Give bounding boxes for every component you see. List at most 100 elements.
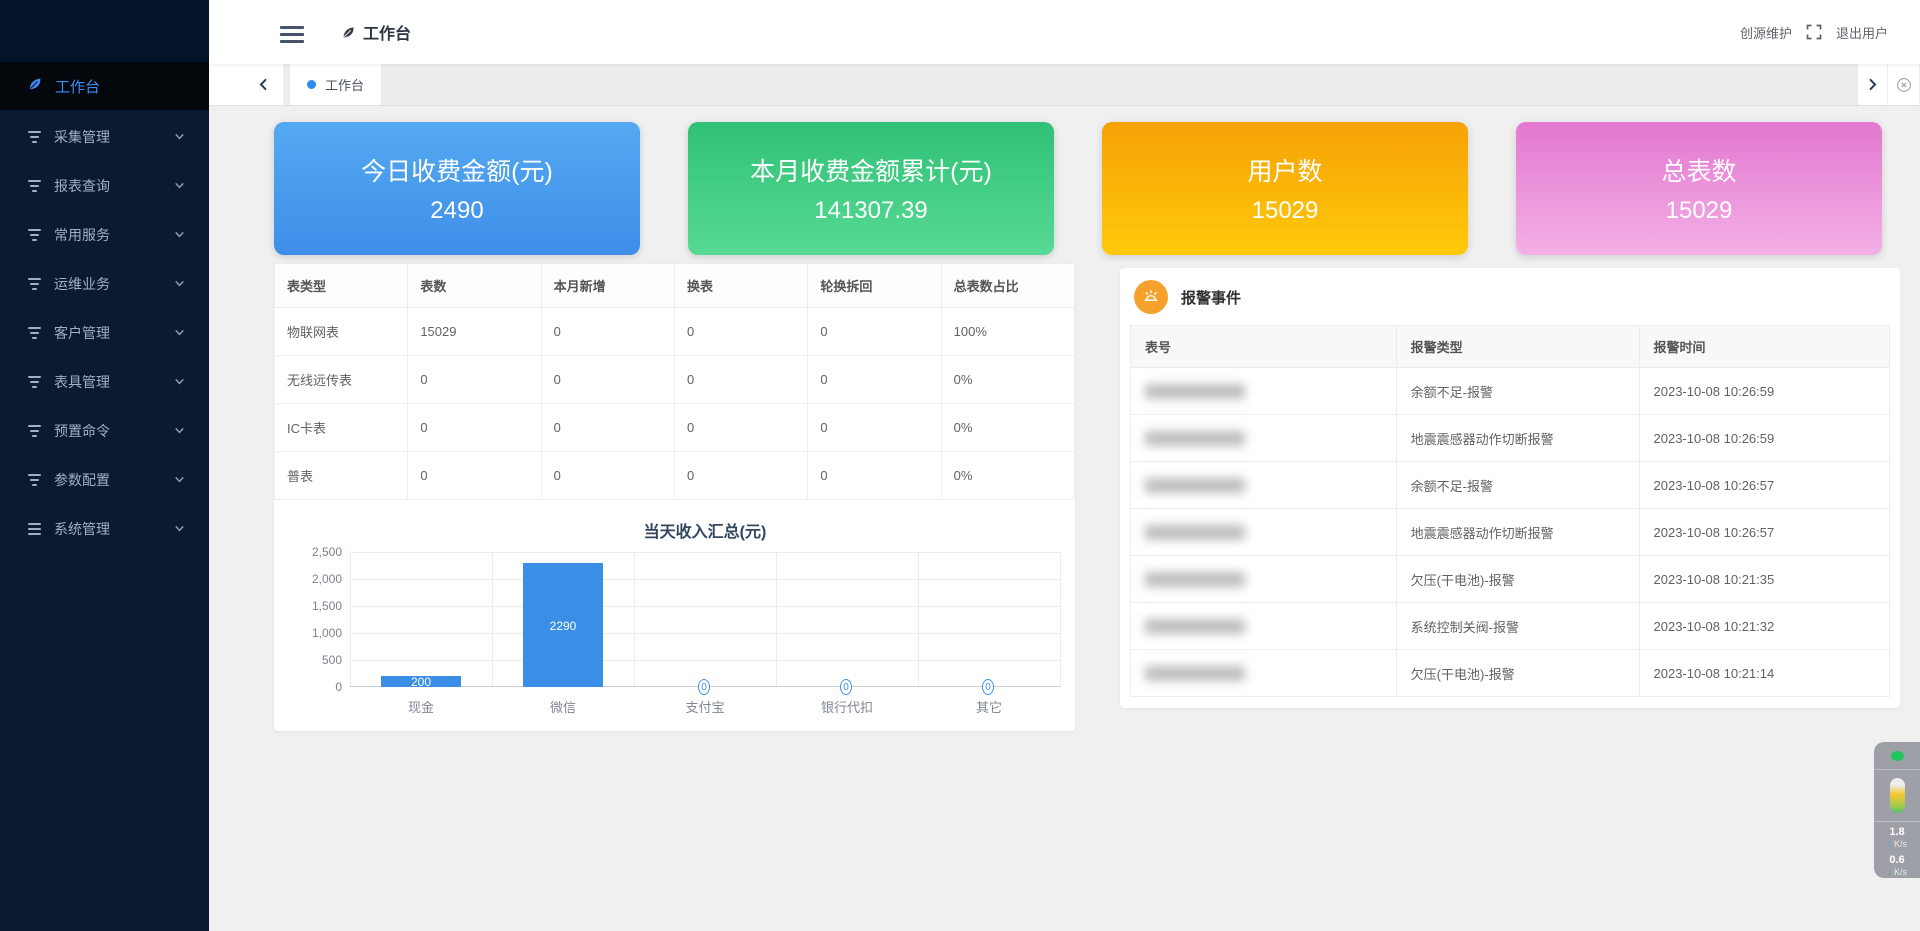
- table-cell: 普表: [275, 452, 408, 500]
- sidebar-item[interactable]: 报表查询: [0, 161, 209, 210]
- network-speed-widget[interactable]: 1.8 ↑ K/s 0.6 ↓ K/s: [1874, 742, 1920, 878]
- chevron-down-icon: [174, 425, 185, 436]
- stat-card-user-count: 用户数 15029: [1102, 122, 1468, 255]
- column-header: 报警时间: [1639, 326, 1889, 368]
- stat-card-value: 15029: [1666, 197, 1733, 225]
- hamburger-menu-icon[interactable]: [280, 26, 304, 43]
- column-header: 表类型: [275, 264, 408, 308]
- sidebar-item[interactable]: 采集管理: [0, 112, 209, 161]
- table-cell: 0%: [941, 452, 1074, 500]
- table-cell: 0: [541, 356, 674, 404]
- filter-icon: [27, 474, 42, 486]
- fullscreen-icon[interactable]: [1806, 24, 1822, 40]
- alarm-type-cell: 欠压(干电池)-报警: [1396, 556, 1639, 603]
- upload-speed-unit: ↑ K/s: [1887, 839, 1907, 850]
- blurred-meter-number: [1145, 572, 1245, 587]
- stat-card-today-income: 今日收费金额(元) 2490: [274, 122, 640, 255]
- blurred-meter-number: [1145, 384, 1245, 399]
- maintenance-link[interactable]: 创源维护: [1740, 23, 1792, 42]
- sidebar-item[interactable]: 参数配置: [0, 455, 209, 504]
- divider: [1874, 821, 1920, 822]
- sidebar-item[interactable]: 预置命令: [0, 406, 209, 455]
- column-header: 轮换拆回: [808, 264, 941, 308]
- table-row: 无线远传表00000%: [275, 356, 1075, 404]
- sidebar-item[interactable]: 运维业务: [0, 259, 209, 308]
- chevron-down-icon: [174, 474, 185, 485]
- blurred-meter-number: [1145, 666, 1245, 681]
- meter-summary-panel: 表类型表数本月新增换表轮换拆回总表数占比 物联网表15029000100%无线远…: [274, 263, 1075, 731]
- alarm-type-cell: 系统控制关阀-报警: [1396, 603, 1639, 650]
- tabs-close-icon[interactable]: [1888, 64, 1920, 105]
- filter-icon: [27, 131, 42, 143]
- stat-card-value: 141307.39: [814, 197, 927, 225]
- table-cell: 0: [808, 404, 941, 452]
- table-row: 余额不足-报警2023-10-08 10:26:57: [1131, 462, 1890, 509]
- meter-table-header: 表类型表数本月新增换表轮换拆回总表数占比: [275, 264, 1075, 308]
- stat-card-month-income: 本月收费金额累计(元) 141307.39: [688, 122, 1054, 255]
- chevron-down-icon: [174, 229, 185, 240]
- alarm-table-header: 表号报警类型报警时间: [1131, 326, 1890, 368]
- chevron-down-icon: [174, 376, 185, 387]
- chevron-down-icon: [174, 131, 185, 142]
- page-title: 工作台: [363, 20, 411, 44]
- table-cell: 0: [541, 308, 674, 356]
- table-cell: 0%: [941, 404, 1074, 452]
- table-row: 地震震感器动作切断报警2023-10-08 10:26:57: [1131, 509, 1890, 556]
- sidebar: 工作台 采集管理报表查询常用服务运维业务客户管理表具管理预置命令参数配置系统管理: [0, 0, 209, 931]
- table-row: 系统控制关阀-报警2023-10-08 10:21:32: [1131, 603, 1890, 650]
- status-dot-icon: [1891, 751, 1904, 761]
- gridline: [776, 552, 777, 687]
- table-row: 欠压(干电池)-报警2023-10-08 10:21:35: [1131, 556, 1890, 603]
- gridline: [634, 552, 635, 687]
- page-title-group: 工作台: [341, 0, 411, 64]
- table-cell: 0: [808, 356, 941, 404]
- y-axis-tick-label: 500: [282, 653, 342, 667]
- alarm-type-cell: 余额不足-报警: [1396, 462, 1639, 509]
- column-header: 表号: [1131, 326, 1397, 368]
- header-right: 创源维护 退出用户: [1740, 0, 1888, 64]
- gridline: [350, 633, 1060, 634]
- logout-link[interactable]: 退出用户: [1836, 23, 1888, 42]
- chevron-down-icon: [174, 523, 185, 534]
- tabs-scroll-left-button[interactable]: [209, 64, 284, 105]
- table-row: 余额不足-报警2023-10-08 10:26:59: [1131, 368, 1890, 415]
- alarm-type-cell: 余额不足-报警: [1396, 368, 1639, 415]
- x-axis-category-label: 支付宝: [634, 697, 776, 716]
- top-header: 工作台 创源维护 退出用户: [209, 0, 1920, 64]
- sidebar-item-workbench-active[interactable]: 工作台: [0, 62, 209, 110]
- tab-workbench[interactable]: 工作台: [290, 64, 381, 105]
- divider: [1874, 769, 1920, 770]
- stat-card-title: 本月收费金额累计(元): [750, 152, 992, 188]
- sidebar-item[interactable]: 客户管理: [0, 308, 209, 357]
- meter-type-table: 表类型表数本月新增换表轮换拆回总表数占比 物联网表15029000100%无线远…: [274, 263, 1075, 500]
- upload-speed-value: 1.8: [1889, 826, 1904, 839]
- sidebar-item[interactable]: 系统管理: [0, 504, 209, 553]
- download-speed-unit: ↓ K/s: [1887, 867, 1907, 878]
- meter-no-cell: [1131, 603, 1397, 650]
- alarm-time-cell: 2023-10-08 10:26:57: [1639, 462, 1889, 509]
- stat-card-total-meters: 总表数 15029: [1516, 122, 1882, 255]
- blurred-meter-number: [1145, 478, 1245, 493]
- chevron-down-icon: [174, 327, 185, 338]
- chevron-down-icon: [174, 180, 185, 191]
- table-cell: 0: [408, 452, 541, 500]
- filter-icon: [27, 180, 42, 192]
- y-axis-tick-label: 2,000: [282, 572, 342, 586]
- alarm-time-cell: 2023-10-08 10:26:57: [1639, 509, 1889, 556]
- filter-icon: [27, 278, 42, 290]
- alarm-events-panel: 报警事件 表号报警类型报警时间 余额不足-报警2023-10-08 10:26:…: [1120, 268, 1900, 708]
- active-tab-dot: [307, 80, 316, 89]
- x-axis-category-label: 其它: [918, 697, 1060, 716]
- gridline: [1060, 552, 1061, 687]
- table-row: 普表00000%: [275, 452, 1075, 500]
- blurred-meter-number: [1145, 619, 1245, 634]
- sidebar-item[interactable]: 表具管理: [0, 357, 209, 406]
- sidebar-item[interactable]: 常用服务: [0, 210, 209, 259]
- tabs-scroll-right-button[interactable]: [1857, 64, 1888, 105]
- column-header: 总表数占比: [941, 264, 1074, 308]
- sidebar-item-label: 预置命令: [54, 421, 110, 441]
- alarm-time-cell: 2023-10-08 10:21:35: [1639, 556, 1889, 603]
- chevron-down-icon: [174, 278, 185, 289]
- stat-card-value: 15029: [1252, 197, 1319, 225]
- sidebar-item-label: 采集管理: [54, 127, 110, 147]
